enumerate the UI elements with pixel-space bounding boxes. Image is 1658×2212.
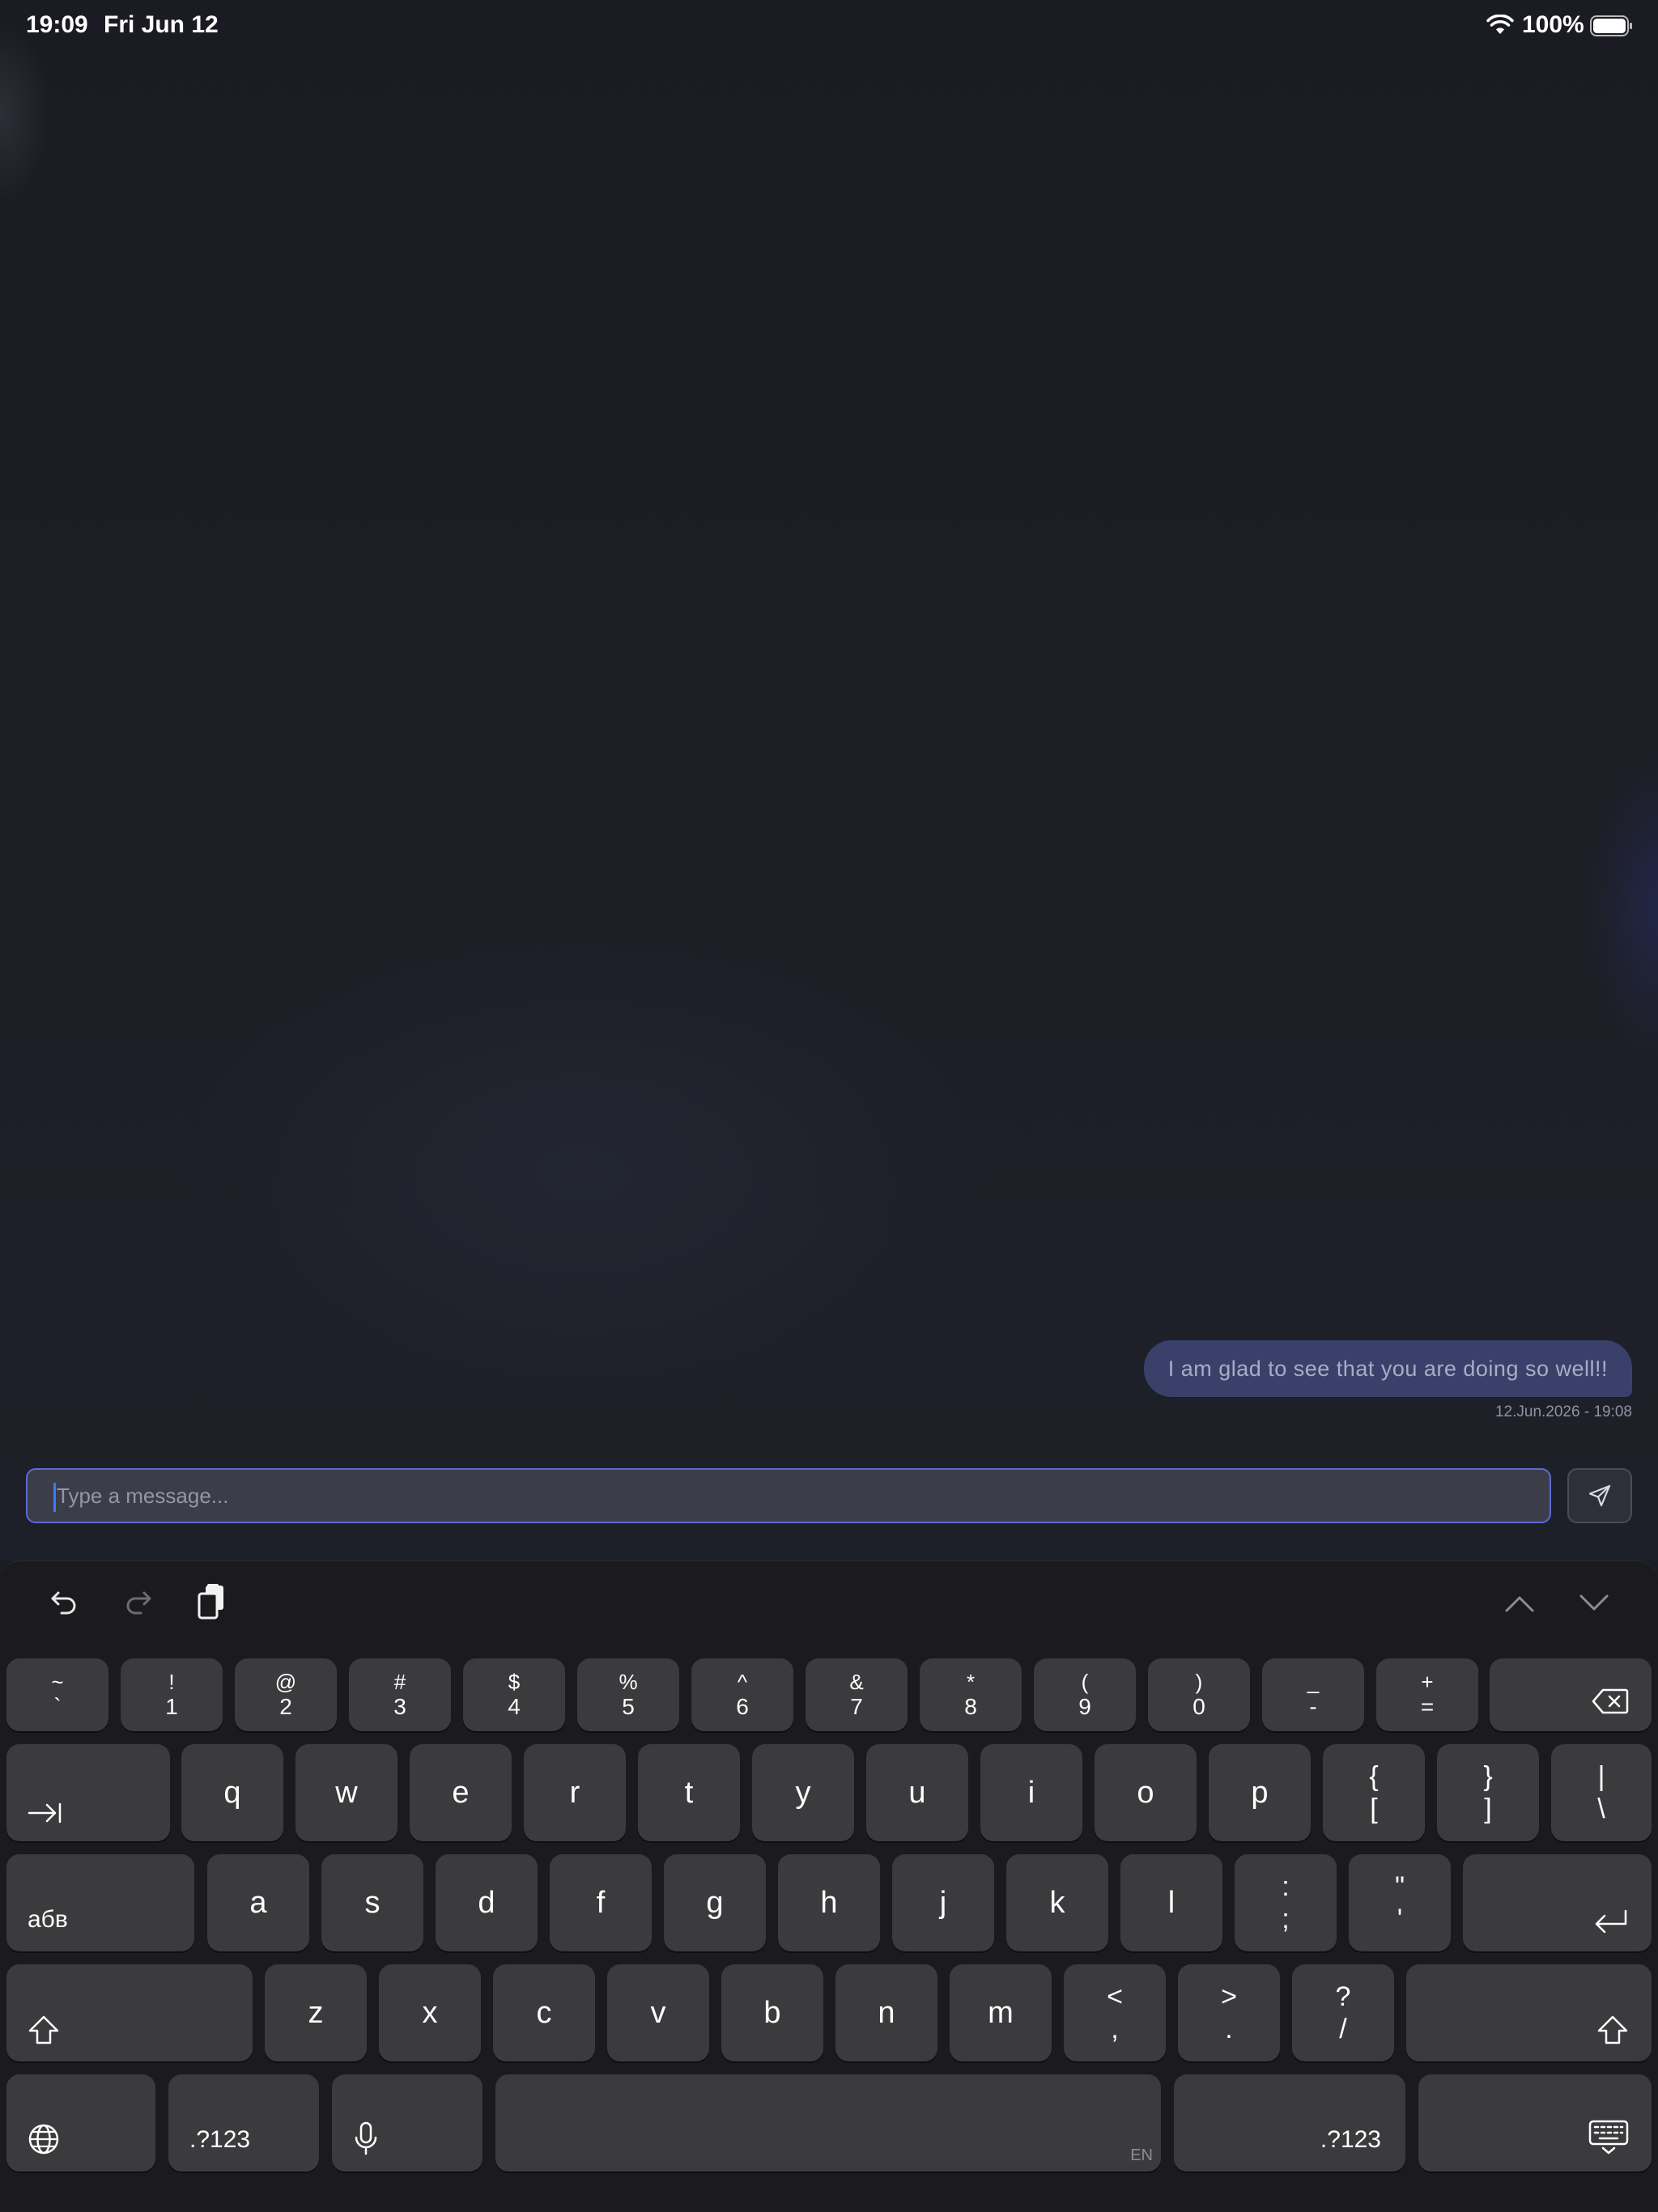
globe-icon — [28, 2124, 59, 2155]
microphone-icon — [355, 2121, 377, 2155]
outgoing-message-bubble: I am glad to see that you are doing so w… — [1143, 1340, 1632, 1397]
key-k[interactable]: k — [1006, 1854, 1108, 1951]
on-screen-keyboard: ~ ` ! 1 @2 #3 $4 % 5 ^ 6 & 7 * 8 (9 ) 0 _ - + = q… — [0, 1560, 1658, 2212]
chat-background — [0, 0, 1658, 1560]
key-f[interactable]: f — [550, 1854, 652, 1951]
key-p[interactable]: p — [1209, 1744, 1311, 1841]
key-equals[interactable]: + = — [1376, 1658, 1478, 1731]
message-text: I am glad to see that you are doing so w… — [1167, 1356, 1608, 1381]
key-g[interactable]: g — [664, 1854, 766, 1951]
undo-button[interactable] — [44, 1582, 84, 1623]
shift-key-left[interactable] — [6, 1964, 253, 2061]
key-quote[interactable]: " ' — [1349, 1854, 1451, 1951]
key-7[interactable]: & 7 — [806, 1658, 908, 1731]
battery-percent: 100% — [1522, 11, 1584, 38]
chevron-down-icon — [1579, 1594, 1609, 1611]
key-left-bracket[interactable]: {[ — [1323, 1744, 1425, 1841]
message-input[interactable] — [55, 1469, 1550, 1522]
key-h[interactable]: h — [778, 1854, 880, 1951]
shift-icon — [1597, 2015, 1628, 2044]
keyboard-dismiss-icon — [1588, 2120, 1629, 2155]
key-3[interactable]: #3 — [349, 1658, 451, 1731]
tab-icon — [28, 1802, 62, 1824]
key-d[interactable]: d — [436, 1854, 538, 1951]
key-a[interactable]: a — [207, 1854, 309, 1951]
clipboard-button[interactable] — [191, 1581, 232, 1624]
key-s[interactable]: s — [321, 1854, 423, 1951]
key-e[interactable]: e — [410, 1744, 512, 1841]
chevron-up-icon — [1505, 1596, 1534, 1612]
key-v[interactable]: v — [607, 1964, 709, 2061]
key-backtick[interactable]: ~ ` — [6, 1658, 108, 1731]
key-slash[interactable]: ? / — [1292, 1964, 1394, 2061]
send-button[interactable] — [1567, 1468, 1632, 1523]
key-0[interactable]: ) 0 — [1148, 1658, 1250, 1731]
key-comma[interactable]: <, — [1064, 1964, 1166, 2061]
key-c[interactable]: c — [493, 1964, 595, 2061]
key-i[interactable]: i — [980, 1744, 1082, 1841]
globe-key[interactable] — [6, 2074, 155, 2172]
text-caret — [53, 1483, 56, 1512]
send-icon — [1588, 1484, 1611, 1507]
space-bar[interactable]: EN — [495, 2074, 1161, 2172]
return-icon — [1595, 1909, 1627, 1934]
key-4[interactable]: $4 — [463, 1658, 565, 1731]
next-field-button[interactable] — [1574, 1586, 1614, 1621]
hide-keyboard-key[interactable] — [1418, 2074, 1652, 2172]
status-date: Fri Jun 12 — [104, 11, 219, 38]
key-j[interactable]: j — [892, 1854, 994, 1951]
tab-key[interactable] — [6, 1744, 170, 1841]
status-bar: 19:09 Fri Jun 12 100% — [0, 0, 1658, 52]
symbols-key-label: .?123 — [1320, 2126, 1381, 2153]
key-l[interactable]: l — [1120, 1854, 1222, 1951]
key-q[interactable]: q — [181, 1744, 283, 1841]
redo-icon — [126, 1591, 151, 1615]
key-b[interactable]: b — [721, 1964, 823, 2061]
battery-icon — [1590, 15, 1632, 36]
message-timestamp: 12.Jun.2026 - 19:08 — [1494, 1403, 1632, 1420]
message-input-container[interactable] — [26, 1468, 1551, 1523]
undo-icon — [51, 1591, 76, 1615]
key-r[interactable]: r — [524, 1744, 626, 1841]
backspace-icon — [1592, 1688, 1629, 1714]
key-period[interactable]: >. — [1178, 1964, 1280, 2061]
clipboard-icon — [198, 1584, 223, 1620]
key-x[interactable]: x — [379, 1964, 481, 2061]
symbols-key-right[interactable]: .?123 — [1174, 2074, 1405, 2172]
symbols-key-left[interactable]: .?123 — [168, 2074, 319, 2172]
key-t[interactable]: t — [638, 1744, 740, 1841]
key-2[interactable]: @2 — [235, 1658, 337, 1731]
key-6[interactable]: ^ 6 — [691, 1658, 793, 1731]
key-w[interactable]: w — [295, 1744, 397, 1841]
symbols-key-label: .?123 — [189, 2126, 251, 2153]
shift-key-right[interactable] — [1406, 1964, 1652, 2061]
backspace-key[interactable] — [1490, 1658, 1652, 1731]
key-1[interactable]: ! 1 — [121, 1658, 223, 1731]
key-u[interactable]: u — [866, 1744, 968, 1841]
key-5[interactable]: % 5 — [577, 1658, 679, 1731]
key-right-bracket[interactable]: }] — [1437, 1744, 1539, 1841]
status-time: 19:09 — [26, 11, 88, 38]
space-language-label: EN — [1130, 2146, 1153, 2164]
redo-button[interactable] — [118, 1582, 159, 1623]
key-8[interactable]: * 8 — [920, 1658, 1022, 1731]
key-y[interactable]: y — [752, 1744, 854, 1841]
return-key[interactable] — [1463, 1854, 1652, 1951]
shift-icon — [28, 2015, 59, 2044]
key-n[interactable]: n — [835, 1964, 937, 2061]
language-switch-key[interactable]: абв — [6, 1854, 194, 1951]
key-9[interactable]: (9 — [1034, 1658, 1136, 1731]
key-backslash[interactable]: | \ — [1551, 1744, 1652, 1841]
key-m[interactable]: m — [950, 1964, 1052, 2061]
chat-screen: 19:09 Fri Jun 12 100% I am glad to see t… — [0, 0, 1658, 2212]
key-z[interactable]: z — [265, 1964, 367, 2061]
key-minus[interactable]: _ - — [1262, 1658, 1364, 1731]
dictation-key[interactable] — [332, 2074, 483, 2172]
previous-field-button[interactable] — [1499, 1586, 1540, 1621]
key-semicolon[interactable]: :; — [1235, 1854, 1337, 1951]
language-switch-label: абв — [28, 1906, 68, 1933]
wifi-icon — [1486, 15, 1514, 34]
key-o[interactable]: o — [1095, 1744, 1197, 1841]
